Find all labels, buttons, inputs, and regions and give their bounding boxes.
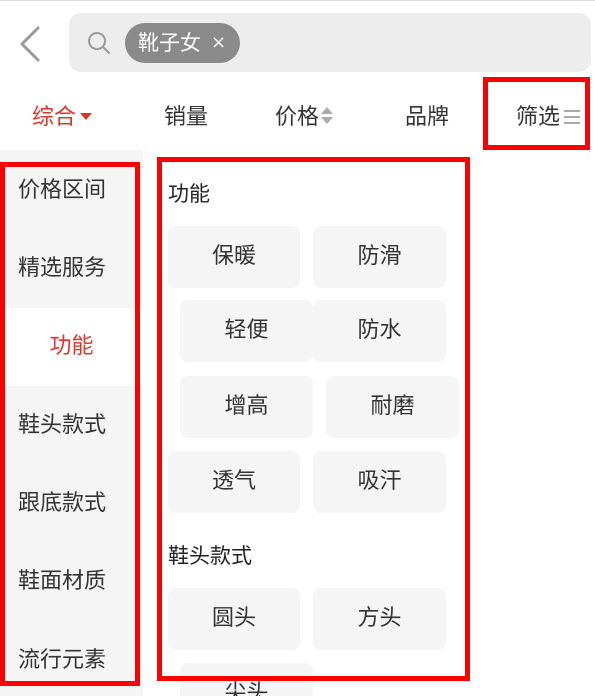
sort-up-down-icon	[321, 106, 334, 126]
tab-sales[interactable]: 销量	[164, 98, 208, 138]
annotation-box-sidebar	[0, 162, 140, 686]
tab-comprehensive[interactable]: 综合	[32, 98, 93, 138]
tab-label: 综合	[32, 105, 77, 130]
annotation-box-options	[157, 157, 470, 681]
tab-label: 销量	[164, 105, 209, 130]
filter-page: 靴子女 × 综合 销量 价格 品牌 筛选 价格区间 精选服务 功能 鞋头款式 跟…	[0, 0, 595, 696]
triangle-down-icon	[80, 113, 93, 120]
back-button[interactable]	[14, 22, 50, 66]
top-divider	[0, 0, 595, 1]
search-query-text: 靴子女	[138, 31, 201, 55]
annotation-box-filter	[483, 77, 590, 150]
close-icon[interactable]: ×	[211, 23, 226, 63]
search-query-chip[interactable]: 靴子女 ×	[125, 23, 241, 63]
chevron-left-icon	[20, 26, 40, 62]
tab-price[interactable]: 价格	[275, 98, 334, 138]
search-icon	[88, 32, 110, 54]
tab-label: 品牌	[405, 105, 450, 130]
tab-brand[interactable]: 品牌	[405, 98, 449, 138]
tab-label: 价格	[275, 105, 320, 130]
